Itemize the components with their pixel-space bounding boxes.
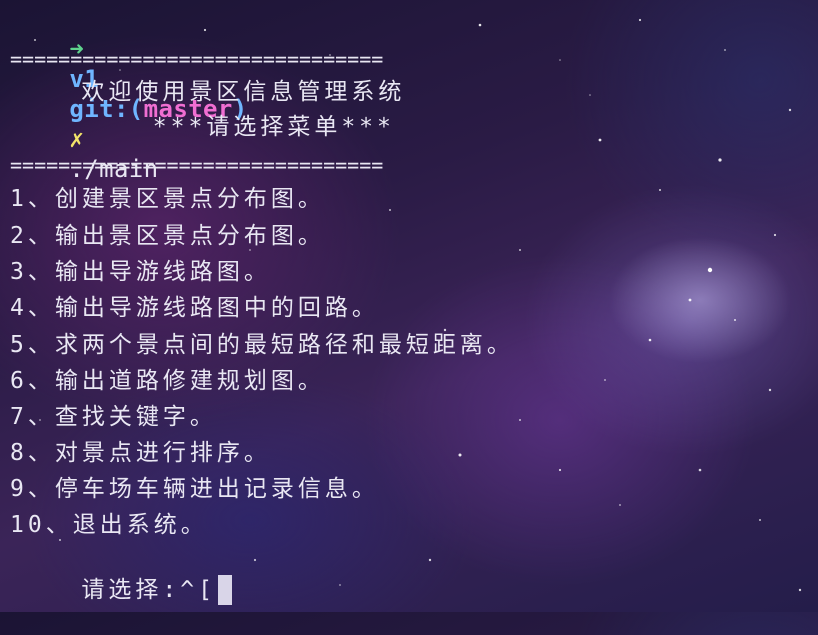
menu-title: 欢迎使用景区信息管理系统: [10, 79, 406, 105]
menu-item-1: 1、创建景区景点分布图。: [10, 186, 325, 212]
menu-item-7: 7、查找关键字。: [10, 404, 217, 430]
input-prompt: 请选择:^[: [81, 577, 216, 603]
menu-item-9: 9、停车场车辆进出记录信息。: [10, 476, 379, 502]
menu-item-8: 8、对景点进行排序。: [10, 440, 271, 466]
menu-subtitle: ***请选择菜单***: [10, 114, 395, 140]
text-cursor: [217, 575, 232, 605]
shell-prompt-line: ➜ v1 git:(master) ✗ ./main: [10, 4, 248, 183]
menu-item-5: 5、求两个景点间的最短路径和最短距离。: [10, 332, 514, 358]
menu-item-10: 10、退出系统。: [10, 512, 208, 538]
menu-item-6: 6、输出道路修建规划图。: [10, 368, 325, 394]
menu-item-2: 2、输出景区景点分布图。: [10, 223, 325, 249]
menu-rule-bottom: ===============================: [10, 153, 384, 177]
terminal-window[interactable]: ➜ v1 git:(master) ✗ ./main =============…: [0, 0, 818, 612]
input-line[interactable]: 请选择:^[: [10, 545, 232, 605]
menu-rule-top: ===============================: [10, 47, 384, 71]
menu-item-3: 3、输出导游线路图。: [10, 259, 271, 285]
menu-item-4: 4、输出导游线路图中的回路。: [10, 295, 379, 321]
